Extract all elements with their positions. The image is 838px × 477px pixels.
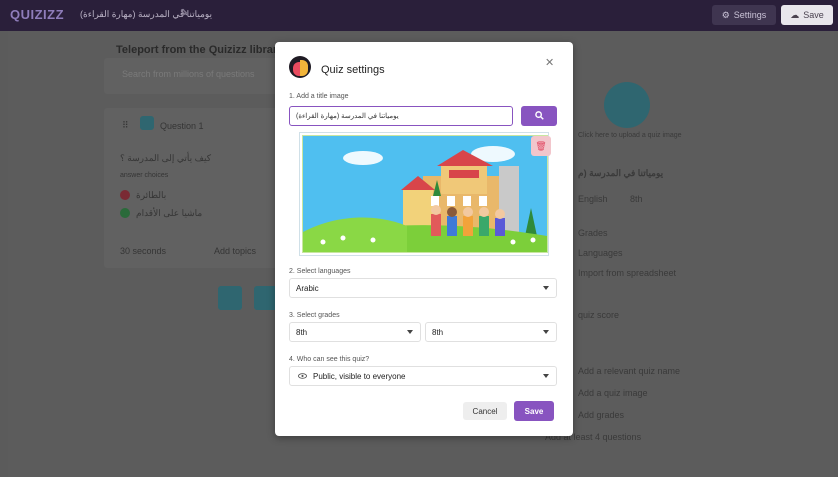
checklist-item: Add a relevant quiz name (578, 366, 681, 376)
chevron-down-icon (543, 330, 549, 334)
correct-answer-dot (120, 208, 130, 218)
visibility-select[interactable]: Public, visible to everyone (289, 366, 557, 386)
language-chip[interactable]: English (578, 194, 608, 204)
save-quiz-button[interactable]: ☁ Save (781, 5, 833, 25)
quiz-settings-icon (289, 56, 311, 78)
sidebar-item[interactable]: Import from spreadsheet (578, 268, 676, 278)
chevron-down-icon (543, 374, 549, 378)
cancel-button[interactable]: Cancel (463, 402, 507, 420)
question-type-icon (140, 116, 154, 130)
remove-image-button[interactable]: 🗑 (531, 136, 551, 156)
save-button-label: Save (524, 406, 544, 416)
save-button[interactable]: Save (514, 401, 554, 421)
sidebar-item[interactable]: Grades (578, 228, 608, 238)
search-icon (534, 110, 544, 122)
upload-image-circle[interactable] (604, 82, 650, 128)
answer-2: ماشيا على الأقدام (136, 208, 203, 218)
quiz-settings-modal: Quiz settings ✕ 1. Add a title image يوم… (275, 42, 573, 436)
quiz-title[interactable]: يومياتنا في المدرسة (مهارة القراءة) (80, 9, 212, 20)
close-icon[interactable]: ✕ (545, 56, 554, 69)
save-quiz-button-label: Save (803, 10, 824, 20)
question-text: كيف يأتي إلى المدرسة ؟ (120, 153, 211, 163)
sidebar-item[interactable]: Languages (578, 248, 623, 258)
answer-1: بالطائرة (136, 190, 167, 200)
cloud-upload-icon: ☁ (790, 9, 800, 20)
wrong-answer-dot (120, 190, 130, 200)
school-illustration (302, 135, 548, 253)
teleport-title: Teleport from the Quizizz library (116, 44, 284, 56)
search-button[interactable] (521, 106, 557, 126)
settings-button[interactable]: ⚙ Settings (712, 5, 776, 25)
title-image-search-value: يومياتنا في المدرسة (مهارة القراءة) (296, 113, 399, 120)
question-card (104, 108, 280, 268)
add-topics-button[interactable]: Add topics (214, 246, 256, 256)
sidebar-item: quiz score (578, 310, 620, 320)
question-label: Question 1 (160, 121, 204, 131)
step-1-label: 1. Add a title image (289, 93, 349, 100)
library-search-placeholder: Search from millions of questions (122, 69, 255, 79)
grade-chip[interactable]: 8th (630, 194, 643, 204)
title-image-search-input[interactable]: يومياتنا في المدرسة (مهارة القراءة) (289, 106, 513, 126)
grade-from-value: 8th (296, 327, 308, 337)
gear-icon: ⚙ (721, 9, 730, 20)
cancel-button-label: Cancel (472, 406, 498, 416)
step-2-label: 2. Select languages (289, 268, 351, 275)
checklist-item: Add a quiz image (578, 388, 648, 398)
quiz-name-right: يومياتنا في المدرسة (م (578, 168, 664, 178)
upload-hint: Click here to upload a quiz image (578, 132, 682, 139)
pencil-icon[interactable]: ✎ (180, 8, 188, 19)
answer-choices-label: answer choices (120, 172, 169, 179)
time-dropdown[interactable]: 30 seconds (120, 246, 166, 256)
language-select-value: Arabic (296, 283, 319, 293)
chevron-down-icon (543, 286, 549, 290)
modal-title: Quiz settings (321, 64, 385, 76)
drag-handle-icon[interactable]: ⠿ (122, 120, 129, 131)
settings-button-label: Settings (733, 10, 767, 20)
grade-from-select[interactable]: 8th (289, 322, 421, 342)
trash-icon: 🗑 (535, 140, 547, 151)
visibility-select-value: Public, visible to everyone (313, 371, 406, 381)
grade-to-value: 8th (432, 327, 444, 337)
add-question-button[interactable] (218, 286, 242, 310)
eye-icon (298, 372, 307, 381)
title-image-preview (299, 132, 549, 256)
top-bar: QUIZIZZ يومياتنا في المدرسة (مهارة القرا… (0, 0, 838, 31)
step-3-label: 3. Select grades (289, 312, 340, 319)
quizizz-logo[interactable]: QUIZIZZ (10, 7, 64, 22)
chevron-down-icon (407, 330, 413, 334)
language-select[interactable]: Arabic (289, 278, 557, 298)
checklist-item: Add grades (578, 410, 625, 420)
grade-to-select[interactable]: 8th (425, 322, 557, 342)
step-4-label: 4. Who can see this quiz? (289, 356, 370, 363)
